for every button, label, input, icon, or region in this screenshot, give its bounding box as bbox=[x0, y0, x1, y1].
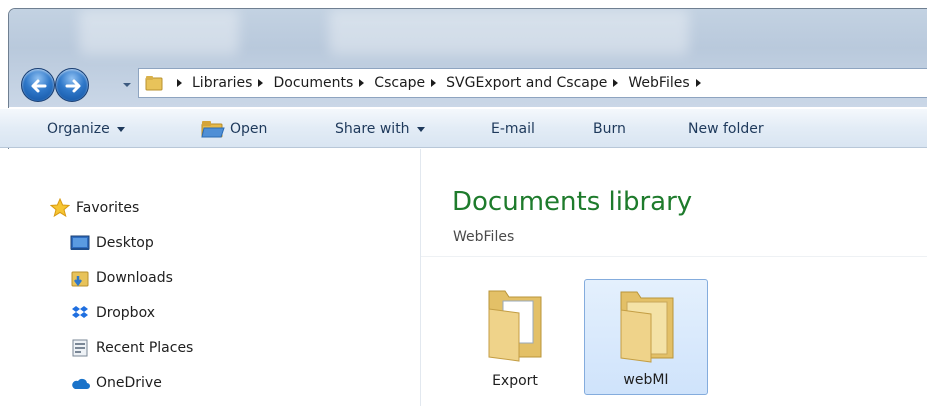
navigation-pane: Favorites Desktop Downloads Dropbox Rece… bbox=[0, 149, 420, 406]
nav-item-downloads[interactable]: Downloads bbox=[70, 267, 173, 289]
breadcrumb-svgexport[interactable]: SVGExport and Cscape bbox=[446, 75, 628, 91]
desktop-icon bbox=[70, 233, 90, 253]
address-bar[interactable]: Libraries Documents Cscape SVGExport and… bbox=[138, 68, 927, 98]
folder-icon bbox=[620, 291, 674, 363]
organize-button[interactable]: Organize bbox=[47, 109, 125, 149]
breadcrumb-documents[interactable]: Documents bbox=[273, 75, 374, 91]
star-icon bbox=[50, 198, 70, 218]
forward-button[interactable] bbox=[55, 68, 89, 102]
nav-item-desktop[interactable]: Desktop bbox=[70, 232, 154, 254]
command-bar: Organize Open Share with E-mail Burn New… bbox=[0, 108, 927, 148]
header-divider bbox=[421, 256, 927, 257]
arrow-right-icon bbox=[65, 79, 81, 93]
breadcrumb-root-arrow[interactable] bbox=[171, 79, 192, 87]
nav-favorites[interactable]: Favorites bbox=[50, 197, 139, 219]
folder-item-webmi[interactable]: webMI bbox=[584, 279, 708, 395]
folder-with-documents-icon bbox=[488, 290, 542, 362]
folder-icon bbox=[145, 76, 163, 91]
new-folder-button[interactable]: New folder bbox=[688, 109, 764, 149]
content-pane: Documents library WebFiles Export webMI bbox=[421, 149, 927, 406]
chevron-down-icon bbox=[116, 126, 125, 132]
open-folder-icon[interactable] bbox=[200, 119, 226, 139]
recent-places-icon bbox=[70, 338, 90, 358]
email-button[interactable]: E-mail bbox=[491, 109, 535, 149]
back-button[interactable] bbox=[21, 68, 55, 102]
onedrive-icon bbox=[70, 373, 90, 393]
file-name: webMI bbox=[623, 372, 669, 388]
breadcrumb-libraries[interactable]: Libraries bbox=[192, 75, 273, 91]
nav-item-onedrive[interactable]: OneDrive bbox=[70, 372, 162, 394]
folder-item-export[interactable]: Export bbox=[453, 279, 577, 395]
downloads-folder-icon bbox=[70, 268, 90, 288]
share-with-button[interactable]: Share with bbox=[335, 109, 425, 149]
nav-item-dropbox[interactable]: Dropbox bbox=[70, 302, 155, 324]
open-button[interactable]: Open bbox=[230, 109, 267, 149]
library-subtitle: WebFiles bbox=[453, 229, 515, 245]
chevron-down-icon bbox=[416, 126, 425, 132]
file-name: Export bbox=[492, 373, 538, 389]
breadcrumb-webfiles[interactable]: WebFiles bbox=[628, 75, 710, 91]
burn-button[interactable]: Burn bbox=[593, 109, 626, 149]
breadcrumb-cscape[interactable]: Cscape bbox=[374, 75, 446, 91]
dropbox-icon bbox=[70, 303, 90, 323]
title-bar-glass bbox=[79, 9, 239, 55]
recent-pages-dropdown-icon[interactable] bbox=[121, 79, 133, 91]
arrow-left-icon bbox=[31, 79, 47, 93]
title-bar-glass bbox=[329, 9, 689, 55]
library-title: Documents library bbox=[452, 187, 693, 217]
nav-item-recent-places[interactable]: Recent Places bbox=[70, 337, 193, 359]
